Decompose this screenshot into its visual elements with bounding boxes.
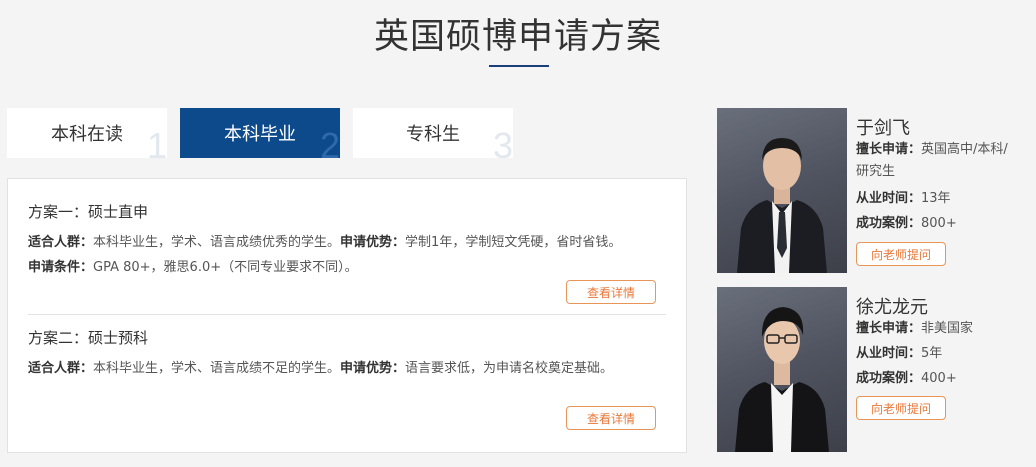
suit-text: 本科毕业生，学术、语言成绩优秀的学生。	[93, 235, 341, 250]
teacher-portrait-icon	[735, 307, 829, 452]
teacher-cases: 成功案例：800+	[856, 213, 957, 235]
plan-line-suit-advantage: 适合人群：本科毕业生，学术、语言成绩优秀的学生。申请优势：学制1年，学制短文凭硬…	[28, 231, 621, 250]
condition-label: 申请条件：	[28, 260, 94, 275]
cases-value: 800+	[921, 216, 957, 231]
ask-teacher-button[interactable]: 向老师提问	[856, 396, 946, 420]
plan-line-suit-advantage: 适合人群：本科毕业生，学术、语言成绩不足的学生。申请优势：语言要求低，为申请名校…	[28, 357, 613, 376]
suit-label: 适合人群：	[28, 361, 94, 376]
specialty-text: 非美国家	[921, 321, 974, 336]
years-label: 从业时间：	[856, 191, 922, 206]
ask-teacher-button[interactable]: 向老师提问	[856, 242, 946, 266]
teacher-name: 徐尤龙元	[856, 297, 928, 318]
specialty-label: 擅长申请：	[856, 142, 922, 157]
cases-label: 成功案例：	[856, 216, 922, 231]
divider	[28, 314, 666, 315]
advantage-label: 申请优势：	[340, 361, 406, 376]
view-details-button[interactable]: 查看详情	[566, 406, 656, 430]
advantage-text: 语言要求低，为申请名校奠定基础。	[405, 361, 614, 376]
specialty-text-cont: 研究生	[856, 164, 896, 179]
cases-label: 成功案例：	[856, 371, 922, 386]
view-details-button[interactable]: 查看详情	[566, 280, 656, 304]
suit-label: 适合人群：	[28, 235, 94, 250]
tab-label: 专科生	[406, 124, 460, 145]
plan-title: 方案二：硕士预科	[28, 329, 149, 347]
tab-label: 本科在读	[51, 124, 123, 145]
teacher-name: 于剑飞	[856, 118, 910, 139]
specialty-label: 擅长申请：	[856, 321, 922, 336]
page-title: 英国硕博申请方案	[373, 17, 662, 57]
years-value: 5年	[921, 346, 943, 361]
years-label: 从业时间：	[856, 346, 922, 361]
tab-label: 本科毕业	[224, 124, 296, 145]
suit-text: 本科毕业生，学术、语言成绩不足的学生。	[93, 361, 341, 376]
teacher-cases: 成功案例：400+	[856, 368, 957, 390]
years-value: 13年	[921, 191, 951, 206]
teacher-portrait-icon	[737, 138, 827, 273]
condition-text: GPA 80+，雅思6.0+（不同专业要求不同）。	[93, 260, 358, 275]
tab-number: 2	[319, 125, 340, 159]
plans-panel: 方案一：硕士直申 适合人群：本科毕业生，学术、语言成绩优秀的学生。申请优势：学制…	[7, 178, 687, 453]
teacher-specialty: 擅长申请：非美国家	[856, 318, 973, 340]
specialty-text: 英国高中/本科/	[921, 142, 1008, 157]
advantage-label: 申请优势：	[340, 235, 406, 250]
plan-line-condition: 申请条件：GPA 80+，雅思6.0+（不同专业要求不同）。	[28, 256, 358, 275]
teacher-years: 从业时间：13年	[856, 188, 951, 210]
plan-title: 方案一：硕士直申	[28, 203, 149, 221]
cases-value: 400+	[921, 371, 957, 386]
tab-number: 1	[146, 125, 167, 159]
teacher-specialty: 擅长申请：英国高中/本科/研究生	[856, 139, 1008, 183]
title-underline	[489, 65, 549, 67]
tab-number: 3	[492, 125, 513, 159]
teacher-photo	[717, 287, 847, 452]
teacher-photo	[717, 108, 847, 273]
tab-undergrad-studying[interactable]: 本科在读 1	[7, 108, 167, 158]
advantage-text: 学制1年，学制短文凭硬，省时省钱。	[405, 235, 622, 250]
teacher-years: 从业时间：5年	[856, 343, 942, 365]
tab-college[interactable]: 专科生 3	[353, 108, 513, 158]
tab-undergrad-graduated[interactable]: 本科毕业 2	[180, 108, 340, 158]
